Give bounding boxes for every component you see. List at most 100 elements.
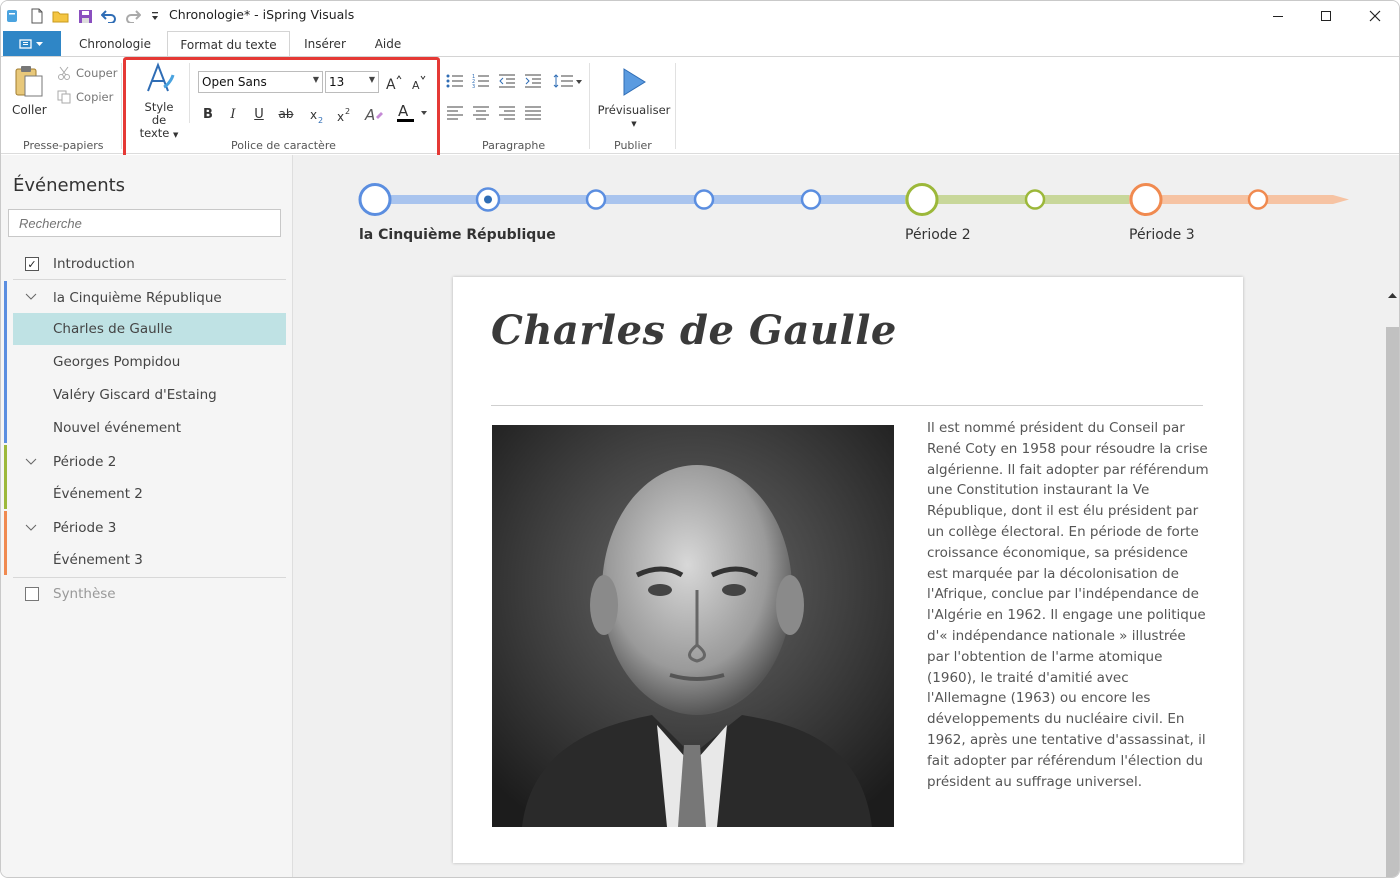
list-item-introduction[interactable]: ✓ Introduction: [13, 249, 286, 279]
svg-text:A: A: [386, 77, 396, 91]
preview-button[interactable]: Prévisualiser ▼: [597, 103, 671, 131]
text-style-icon[interactable]: [141, 61, 177, 97]
strikethrough-button[interactable]: ab: [277, 105, 295, 123]
timeline-node-event[interactable]: [1024, 189, 1046, 210]
selected-dot: [484, 195, 492, 204]
numbered-list-icon[interactable]: 123: [471, 71, 491, 91]
subscript-icon[interactable]: x2: [307, 105, 327, 125]
align-center-icon[interactable]: [471, 103, 491, 123]
ribbon-toolbar: Coller Couper Copier Presse-papiers Styl…: [1, 56, 1399, 154]
chevron-down-icon[interactable]: [25, 454, 37, 470]
line-spacing-icon[interactable]: [553, 71, 585, 91]
divider: [13, 577, 286, 578]
checkbox-icon[interactable]: [25, 587, 39, 601]
list-item-nouvel-evenement[interactable]: Nouvel événement: [13, 413, 286, 443]
timeline-node-event[interactable]: [800, 189, 822, 210]
list-group-periode-2[interactable]: Période 2: [13, 447, 286, 477]
cut-icon[interactable]: [56, 65, 72, 81]
file-menu-button[interactable]: [3, 31, 61, 57]
list-item-valery-giscard[interactable]: Valéry Giscard d'Estaing: [13, 380, 286, 410]
align-left-icon[interactable]: [445, 103, 465, 123]
superscript-icon[interactable]: x2: [334, 105, 354, 125]
event-card: Charles de Gaulle Il est nommé président…: [453, 277, 1243, 863]
chevron-down-icon: ▼: [312, 75, 319, 84]
paste-button[interactable]: Coller: [12, 103, 47, 117]
timeline-node-event[interactable]: [1247, 189, 1269, 210]
sidebar-title: Événements: [13, 175, 126, 196]
cut-button[interactable]: Couper: [76, 66, 117, 80]
svg-text:A: A: [398, 102, 409, 120]
clear-formatting-icon[interactable]: A: [363, 103, 385, 125]
svg-text:A: A: [412, 79, 420, 91]
chevron-down-icon[interactable]: [25, 520, 37, 536]
timeline-node-event[interactable]: [585, 189, 607, 210]
minimize-icon[interactable]: [1255, 1, 1301, 31]
scroll-up-icon[interactable]: [1388, 283, 1397, 302]
justify-icon[interactable]: [523, 103, 543, 123]
timeline-label-period-3[interactable]: Période 3: [1129, 227, 1195, 243]
new-file-icon[interactable]: [28, 7, 46, 25]
font-size-select[interactable]: 13 ▼: [325, 71, 379, 93]
search-input[interactable]: [8, 209, 281, 237]
decrease-indent-icon[interactable]: [497, 71, 517, 91]
list-item-georges-pompidou[interactable]: Georges Pompidou: [13, 347, 286, 377]
publish-group-label: Publier: [614, 139, 652, 152]
portrait-image[interactable]: [492, 425, 894, 827]
customize-toolbar-icon[interactable]: [146, 7, 164, 25]
event-description[interactable]: Il est nommé président du Conseil par Re…: [927, 418, 1212, 792]
shrink-font-icon[interactable]: A: [409, 72, 429, 92]
timeline-label-period-2[interactable]: Période 2: [905, 227, 971, 243]
ribbon-separator: [589, 63, 590, 149]
align-right-icon[interactable]: [497, 103, 517, 123]
save-icon[interactable]: [76, 7, 94, 25]
list-item-synthese[interactable]: Synthèse: [13, 579, 286, 609]
svg-text:2: 2: [345, 107, 350, 116]
text-style-button[interactable]: Style de texte ▼: [136, 101, 182, 142]
timeline-node-period-2[interactable]: [905, 183, 939, 216]
event-title[interactable]: Charles de Gaulle: [491, 307, 897, 354]
bullet-list-icon[interactable]: [445, 71, 465, 91]
svg-text:A: A: [364, 106, 375, 124]
list-item-charles-de-gaulle[interactable]: Charles de Gaulle: [13, 313, 286, 345]
timeline-label-period-1[interactable]: la Cinquième République: [359, 227, 556, 243]
paste-icon[interactable]: [9, 63, 49, 99]
copy-icon[interactable]: [56, 89, 72, 105]
list-group-cinquieme-republique[interactable]: la Cinquième République: [13, 283, 286, 313]
list-item-evenement-2[interactable]: Événement 2: [13, 479, 286, 509]
timeline-node-event[interactable]: [693, 189, 715, 210]
undo-icon[interactable]: [100, 7, 118, 25]
vertical-scrollbar[interactable]: [1384, 277, 1399, 877]
redo-icon[interactable]: [124, 7, 142, 25]
increase-indent-icon[interactable]: [523, 71, 543, 91]
scrollbar-thumb[interactable]: [1386, 327, 1399, 877]
list-item-label: Synthèse: [53, 586, 116, 602]
svg-text:x: x: [337, 110, 344, 124]
font-family-select[interactable]: Open Sans ▼: [198, 71, 323, 93]
italic-button[interactable]: I: [224, 105, 242, 123]
clipboard-group-label: Presse-papiers: [23, 139, 104, 152]
grow-font-icon[interactable]: A: [383, 72, 403, 92]
copy-button[interactable]: Copier: [76, 90, 113, 104]
tab-inserer[interactable]: Insérer: [296, 31, 354, 57]
list-item-evenement-3[interactable]: Événement 3: [13, 545, 286, 575]
checkbox-icon[interactable]: ✓: [25, 257, 39, 271]
text-style-label-1: Style de: [144, 100, 174, 127]
play-icon[interactable]: [619, 65, 649, 99]
tab-format-du-texte[interactable]: Format du texte: [167, 31, 290, 58]
app-window: Chronologie* - iSpring Visuals Chronolog…: [0, 0, 1400, 878]
maximize-icon[interactable]: [1303, 1, 1349, 31]
font-color-icon[interactable]: A: [394, 101, 428, 125]
app-icon: [3, 7, 21, 25]
close-icon[interactable]: [1352, 1, 1398, 31]
underline-button[interactable]: U: [250, 105, 268, 123]
list-group-periode-3[interactable]: Période 3: [13, 513, 286, 543]
tab-chronologie[interactable]: Chronologie: [69, 31, 161, 57]
open-folder-icon[interactable]: [52, 7, 70, 25]
list-item-label: Introduction: [53, 256, 135, 272]
tab-aide[interactable]: Aide: [364, 31, 412, 57]
bold-button[interactable]: B: [199, 105, 217, 123]
timeline-node-period-3[interactable]: [1129, 183, 1163, 216]
events-sidebar: Événements ✓ Introduction la Cinquième R…: [1, 155, 293, 877]
timeline-node-period-1[interactable]: [358, 183, 392, 216]
chevron-down-icon[interactable]: [25, 293, 37, 304]
